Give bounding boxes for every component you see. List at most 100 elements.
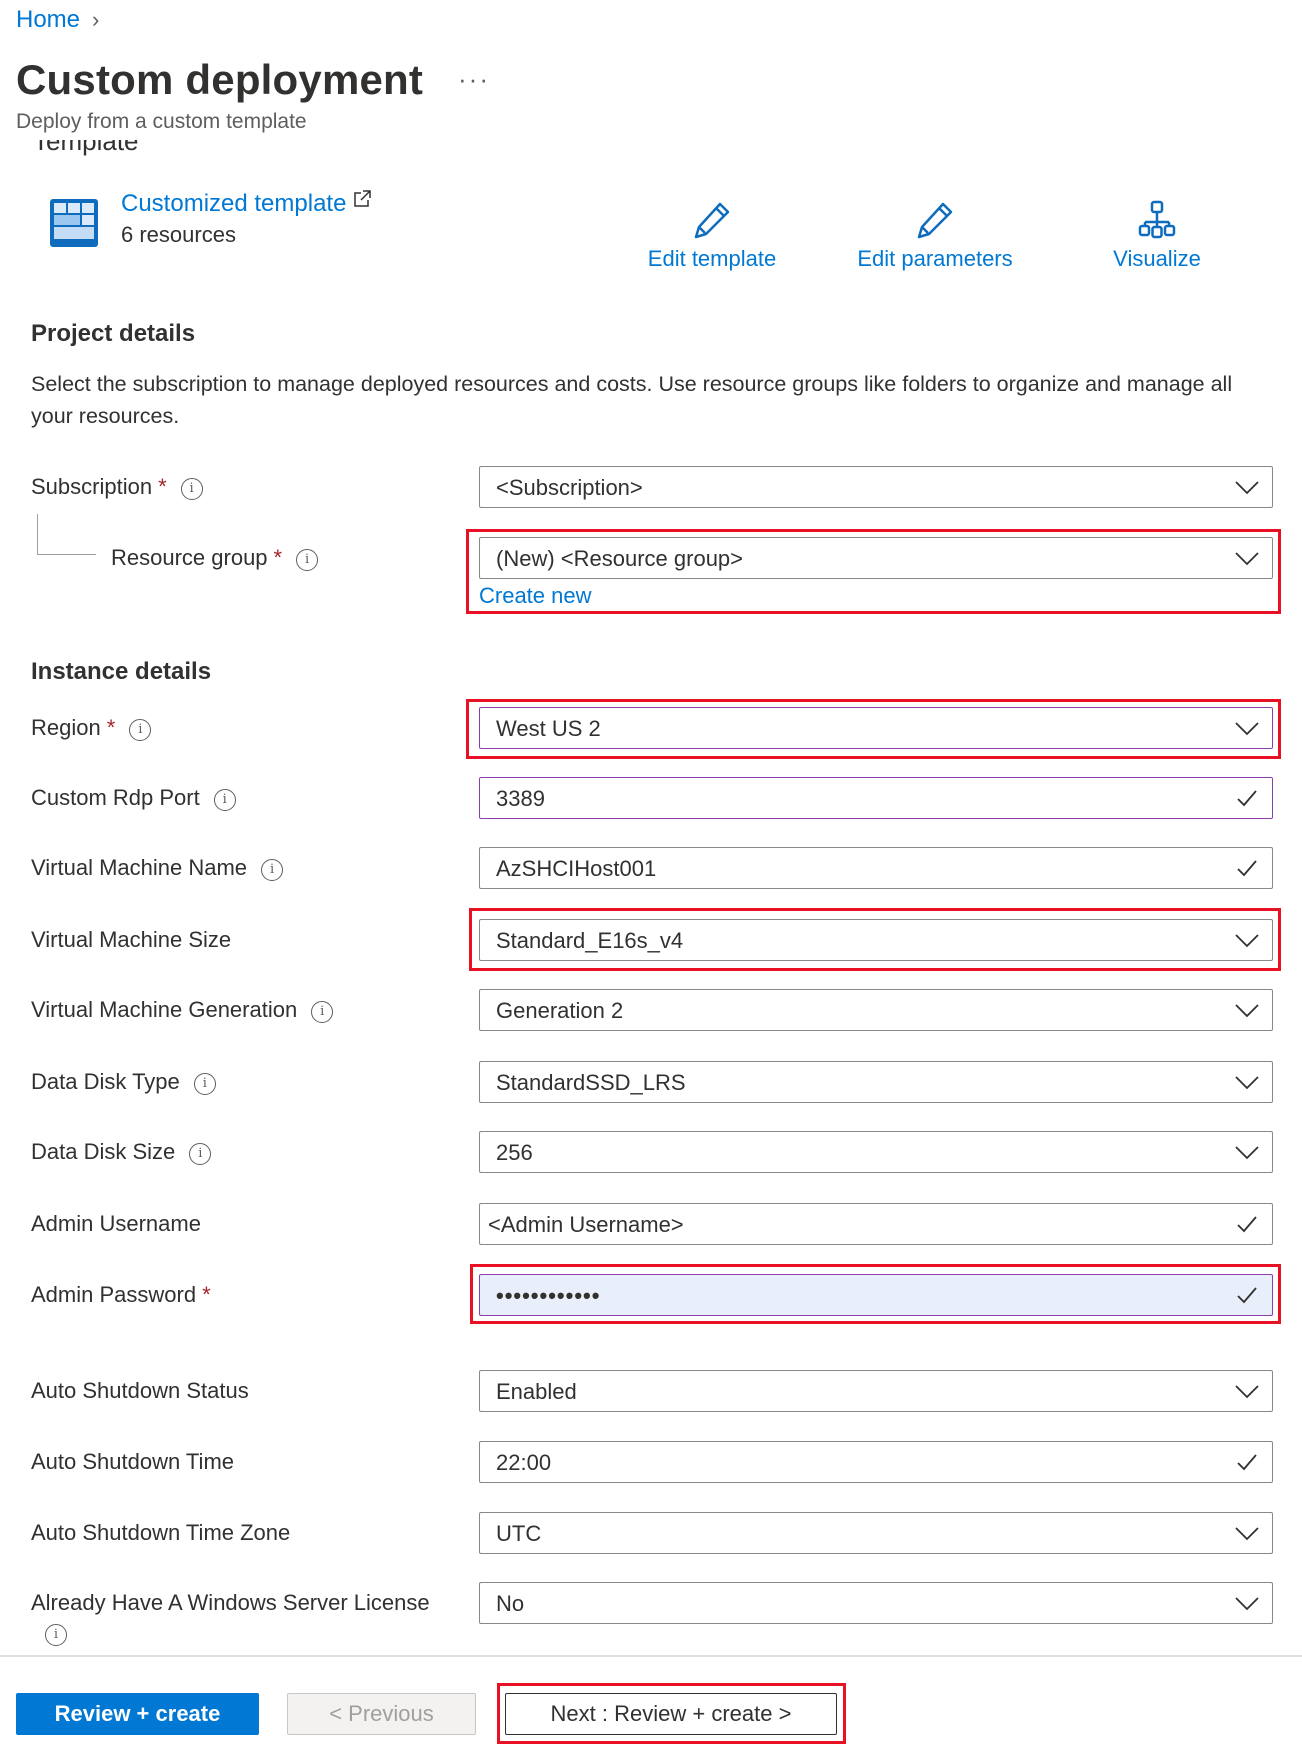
- footer-divider: [0, 1655, 1302, 1657]
- already-have-a-windows-server-license-dropdown[interactable]: No: [479, 1582, 1273, 1624]
- auto-shutdown-status-dropdown[interactable]: Enabled: [479, 1370, 1273, 1412]
- already-have-a-windows-server-license-label: Already Have A Windows Server License: [31, 1590, 430, 1615]
- customized-template-link[interactable]: Customized template: [121, 189, 372, 218]
- chevron-down-icon: [1235, 552, 1259, 566]
- required-marker: *: [273, 545, 283, 570]
- info-icon[interactable]: i: [261, 859, 284, 881]
- virtual-machine-generation-value: Generation 2: [496, 998, 624, 1023]
- data-disk-size-dropdown[interactable]: 256: [479, 1131, 1273, 1173]
- auto-shutdown-time-zone-value: UTC: [496, 1521, 542, 1546]
- region-value: West US 2: [496, 716, 601, 741]
- auto-shutdown-time-input[interactable]: 22:00: [479, 1441, 1273, 1483]
- template-icon: [50, 199, 98, 247]
- virtual-machine-name-label: Virtual Machine Name i: [31, 855, 284, 881]
- chevron-down-icon: [1235, 1004, 1259, 1018]
- template-section-heading: Template: [33, 140, 139, 156]
- admin-password-value: ••••••••••••: [496, 1283, 601, 1308]
- custom-rdp-port-value: 3389: [496, 786, 545, 811]
- checkmark-icon: [1237, 1216, 1257, 1233]
- pencil-icon: [694, 202, 730, 239]
- info-icon[interactable]: i: [296, 549, 319, 571]
- hierarchy-icon: [1138, 200, 1176, 239]
- subscription-dropdown[interactable]: <Subscription>: [479, 466, 1273, 508]
- edit-template-button[interactable]: Edit template: [612, 200, 812, 272]
- page-subtitle: Deploy from a custom template: [16, 110, 307, 133]
- breadcrumb-home-link[interactable]: Home: [16, 6, 80, 33]
- subscription-value: <Subscription>: [496, 475, 643, 500]
- review-create-button[interactable]: Review + create: [16, 1693, 259, 1735]
- chevron-down-icon: [1235, 1385, 1259, 1399]
- data-disk-size-value: 256: [496, 1140, 533, 1165]
- chevron-right-icon: ›: [92, 7, 100, 32]
- external-link-icon: [354, 190, 372, 207]
- info-icon[interactable]: i: [193, 1073, 216, 1095]
- pencil-icon: [917, 202, 953, 239]
- project-details-description: Select the subscription to manage deploy…: [31, 372, 1233, 428]
- virtual-machine-generation-dropdown[interactable]: Generation 2: [479, 989, 1273, 1031]
- previous-button[interactable]: < Previous: [287, 1693, 476, 1735]
- chevron-down-icon: [1235, 1527, 1259, 1541]
- auto-shutdown-status-label: Auto Shutdown Status: [31, 1378, 249, 1403]
- region-label: Region * i: [31, 715, 152, 741]
- project-details-heading: Project details: [31, 320, 196, 347]
- resource-group-value: (New) <Resource group>: [496, 546, 744, 571]
- virtual-machine-size-value: Standard_E16s_v4: [496, 928, 684, 953]
- info-icon[interactable]: i: [180, 478, 203, 500]
- visualize-label: Visualize: [1113, 246, 1201, 271]
- subscription-label: Subscription * i: [31, 474, 203, 500]
- chevron-down-icon: [1235, 1597, 1259, 1611]
- chevron-down-icon: [1235, 722, 1259, 736]
- data-disk-type-value: StandardSSD_LRS: [496, 1070, 686, 1095]
- edit-template-label: Edit template: [647, 246, 777, 271]
- info-icon[interactable]: i: [311, 1001, 334, 1023]
- checkmark-icon: [1237, 790, 1257, 807]
- required-marker: *: [158, 474, 167, 499]
- custom-rdp-port-input[interactable]: 3389: [479, 777, 1273, 819]
- virtual-machine-name-input[interactable]: AzSHCIHost001: [479, 847, 1273, 889]
- auto-shutdown-time-value: 22:00: [496, 1450, 552, 1475]
- instance-details-heading: Instance details: [31, 658, 212, 685]
- page-title: Custom deployment: [16, 56, 424, 103]
- info-icon[interactable]: i: [129, 719, 152, 741]
- data-disk-type-label: Data Disk Type i: [31, 1069, 216, 1095]
- data-disk-size-label: Data Disk Size i: [31, 1139, 212, 1165]
- admin-username-label: Admin Username: [31, 1211, 201, 1236]
- checkmark-icon: [1237, 1454, 1257, 1471]
- already-have-a-windows-server-license-value: No: [496, 1591, 525, 1616]
- info-icon[interactable]: i: [189, 1143, 212, 1165]
- auto-shutdown-time-label: Auto Shutdown Time: [31, 1449, 235, 1474]
- region-dropdown[interactable]: West US 2: [479, 707, 1273, 749]
- auto-shutdown-time-zone-dropdown[interactable]: UTC: [479, 1512, 1273, 1554]
- auto-shutdown-time-zone-label: Auto Shutdown Time Zone: [31, 1520, 291, 1545]
- edit-parameters-label: Edit parameters: [857, 246, 1013, 271]
- chevron-down-icon: [1235, 481, 1259, 495]
- virtual-machine-name-value: AzSHCIHost001: [496, 856, 657, 881]
- virtual-machine-size-label: Virtual Machine Size: [31, 927, 232, 952]
- edit-parameters-button[interactable]: Edit parameters: [835, 200, 1035, 272]
- customized-template-label: Customized template: [121, 190, 347, 217]
- chevron-down-icon: [1235, 1076, 1259, 1090]
- info-icon[interactable]: i: [213, 789, 236, 811]
- custom-rdp-port-label: Custom Rdp Port i: [31, 785, 236, 811]
- auto-shutdown-status-value: Enabled: [496, 1379, 577, 1404]
- checkmark-icon: [1237, 860, 1257, 877]
- checkmark-icon: [1237, 1287, 1257, 1304]
- visualize-button[interactable]: Visualize: [1057, 200, 1257, 272]
- create-new-resource-group-link[interactable]: Create new: [479, 583, 592, 609]
- data-disk-type-dropdown[interactable]: StandardSSD_LRS: [479, 1061, 1273, 1103]
- resource-group-label: Resource group * i: [111, 545, 319, 571]
- chevron-down-icon: [1235, 1146, 1259, 1160]
- required-marker: *: [202, 1282, 211, 1307]
- next-review-create-button[interactable]: Next : Review + create >: [505, 1693, 837, 1735]
- tree-connector: [37, 514, 96, 555]
- admin-username-input[interactable]: <Admin Username>: [479, 1203, 1273, 1245]
- info-icon[interactable]: i: [45, 1624, 67, 1646]
- resource-group-dropdown[interactable]: (New) <Resource group>: [479, 537, 1273, 579]
- virtual-machine-size-dropdown[interactable]: Standard_E16s_v4: [479, 919, 1273, 961]
- admin-username-value: <Admin Username>: [488, 1212, 684, 1237]
- more-options-button[interactable]: ···: [458, 64, 490, 95]
- admin-password-label: Admin Password *: [31, 1282, 211, 1307]
- virtual-machine-generation-label: Virtual Machine Generation i: [31, 997, 334, 1023]
- admin-password-input[interactable]: ••••••••••••: [479, 1274, 1273, 1316]
- resource-count: 6 resources: [121, 222, 236, 247]
